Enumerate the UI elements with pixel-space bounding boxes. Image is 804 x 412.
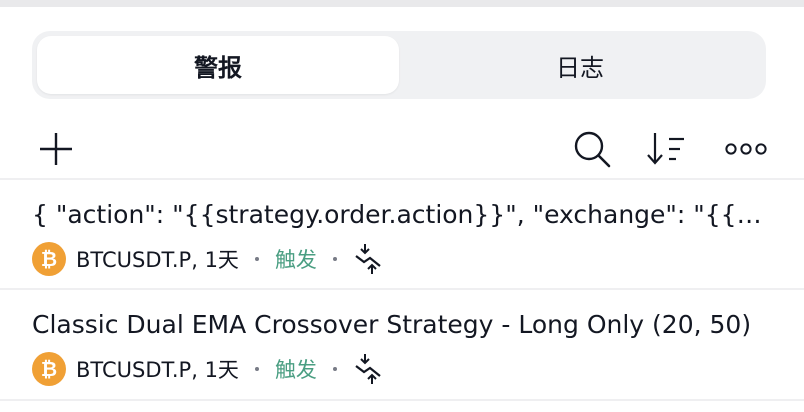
sort-icon <box>647 133 684 165</box>
tab-log[interactable]: 日志 <box>399 36 761 94</box>
alerts-panel: 警报 日志 {"action": "{{strategy.order.acti… <box>0 7 804 412</box>
more-options-button[interactable] <box>722 127 770 171</box>
add-alert-button[interactable] <box>34 127 78 171</box>
search-button[interactable] <box>570 127 614 171</box>
window-top-strip <box>0 0 804 7</box>
tab-alerts[interactable]: 警报 <box>37 36 399 94</box>
plus-icon <box>40 133 72 165</box>
more-icon <box>725 143 767 155</box>
bitcoin-icon: ₿ <box>32 242 66 276</box>
crossing-icon <box>353 352 383 386</box>
separator-dot <box>332 367 337 371</box>
alert-status: 触发 <box>274 248 317 272</box>
alert-list-item[interactable]: Classic Dual EMA Crossover Strategy - Lo… <box>0 290 804 398</box>
alert-meta: ₿ BTCUSDT.P, 1天 触发 <box>32 242 383 276</box>
svg-text:₿: ₿ <box>41 247 57 271</box>
alert-symbol: BTCUSDT.P, 1天 <box>76 248 239 272</box>
alert-status: 触发 <box>274 358 317 382</box>
crossing-icon <box>353 242 383 276</box>
svg-text:₿: ₿ <box>41 357 57 381</box>
alerts-toolbar <box>0 117 804 177</box>
tab-switcher: 警报 日志 <box>32 31 766 99</box>
separator-dot <box>254 367 259 371</box>
bitcoin-icon: ₿ <box>32 352 66 386</box>
alert-symbol: BTCUSDT.P, 1天 <box>76 358 239 382</box>
sort-button[interactable] <box>644 127 688 171</box>
separator-dot <box>254 257 259 261</box>
separator-dot <box>332 257 337 261</box>
alert-title: Classic Dual EMA Crossover Strategy - Lo… <box>32 310 752 339</box>
alert-title: { "action": "{{strategy.order.action}}",… <box>32 200 766 229</box>
divider <box>0 399 804 401</box>
alert-list-item[interactable]: { "action": "{{strategy.order.action}}",… <box>0 180 804 288</box>
alert-meta: ₿ BTCUSDT.P, 1天 触发 <box>32 352 383 386</box>
search-icon <box>574 131 611 168</box>
